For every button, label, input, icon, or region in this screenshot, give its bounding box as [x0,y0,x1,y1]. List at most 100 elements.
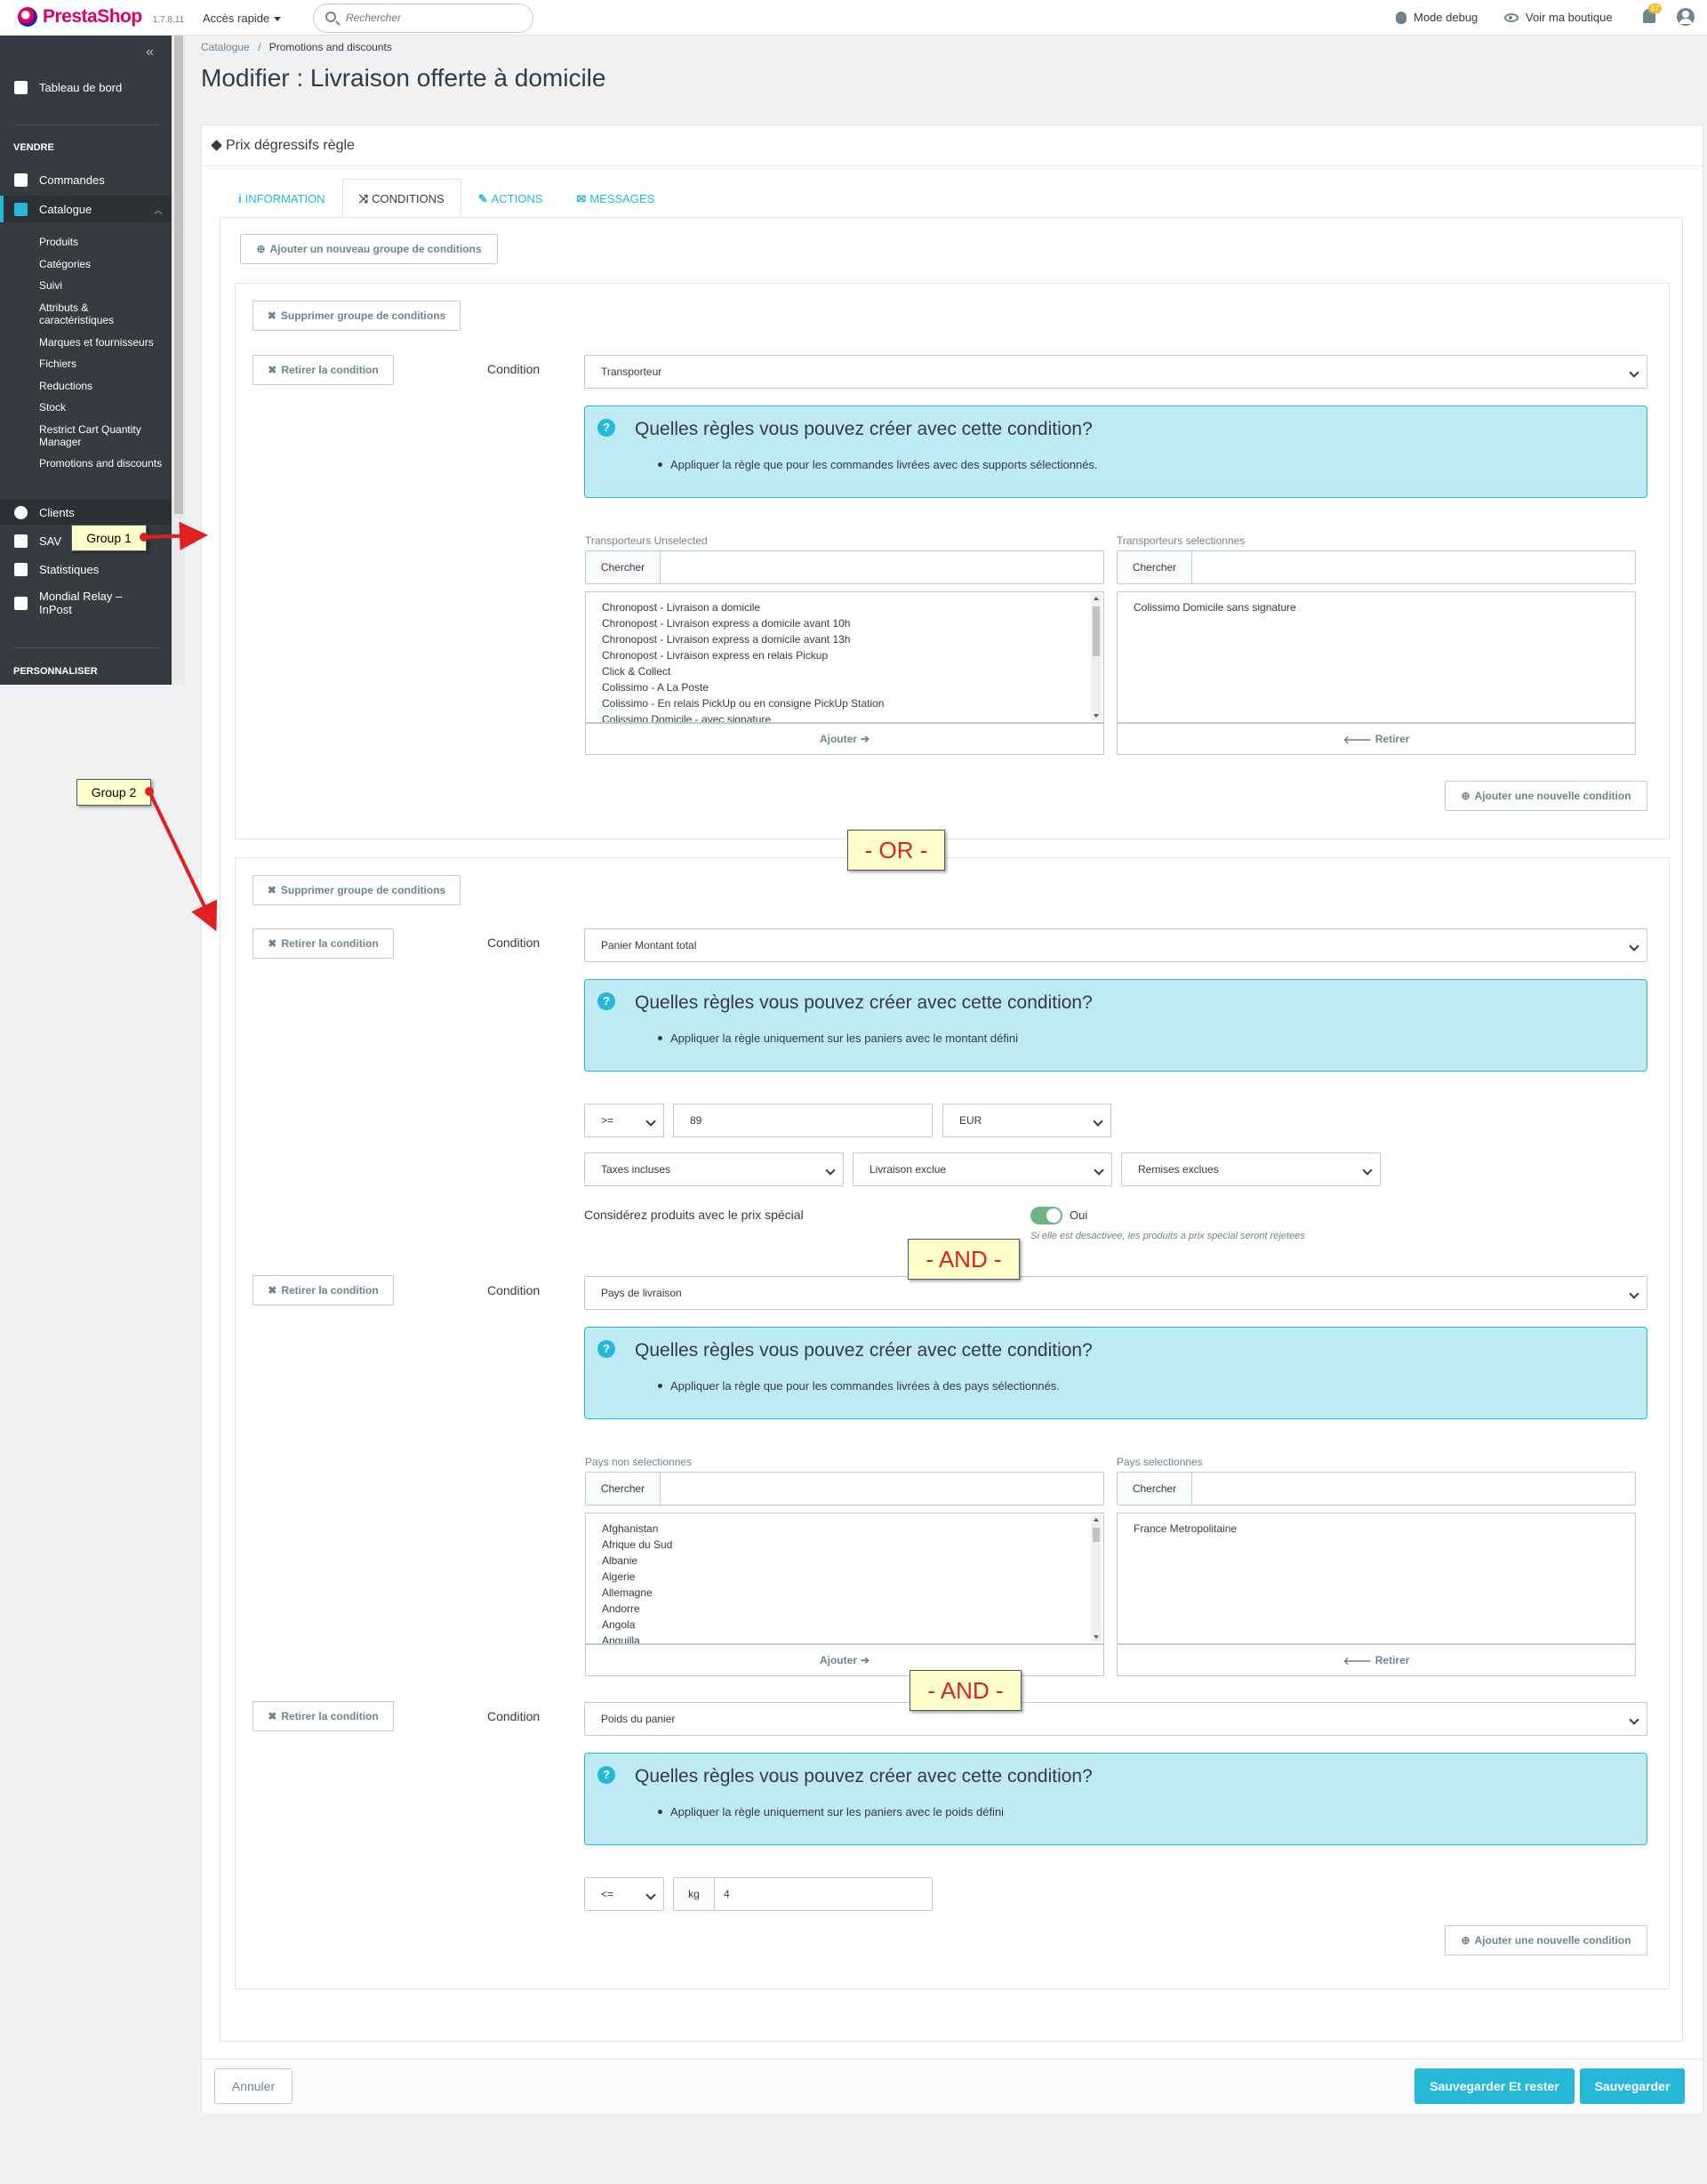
list-item[interactable]: Andorre [602,1601,1087,1617]
list-scrollbar[interactable] [1091,1515,1102,1642]
prestashop-logo[interactable]: PrestaShop 1.7.8.11 [18,6,184,28]
save-and-stay-button[interactable]: Sauvegarder Et rester [1414,2068,1575,2104]
unselected-carriers-list[interactable]: Chronopost - Livraison a domicile Chrono… [585,591,1104,723]
info-title: Quelles règles vous pouvez créer avec ce… [635,1340,1093,1361]
sidebar-subitem-promotions[interactable]: Promotions and discounts [39,457,164,470]
view-shop-link[interactable]: Voir ma boutique [1504,11,1613,24]
list-item[interactable]: Colissimo Domicile - avec signature [602,711,1087,722]
remove-group-button[interactable]: ✖ Supprimer groupe de conditions [252,301,461,331]
tab-label: CONDITIONS [372,192,445,205]
amount-operator-select[interactable]: >= [584,1104,664,1137]
selected-carriers-search[interactable]: Chercher [1117,550,1636,584]
list-item[interactable]: Albanie [602,1553,1087,1569]
selected-countries-list[interactable]: France Metropolitaine [1117,1513,1636,1644]
tab-information[interactable]: i INFORMATION [221,179,342,218]
add-country-button[interactable]: Ajouter ➔ [585,1644,1104,1676]
search-input[interactable] [346,12,515,24]
list-scrollbar[interactable] [1091,594,1102,720]
selected-carriers-label: Transporteurs selectionnes [1117,534,1246,547]
tab-conditions[interactable]: ⤨ CONDITIONS [341,179,461,218]
weight-input[interactable]: kg 4 [673,1877,933,1911]
condition-type-select[interactable]: Panier Montant total [584,928,1647,962]
tab-actions[interactable]: ✎ ACTIONS [461,179,560,218]
condition-type-select[interactable]: Transporteur [584,355,1647,389]
list-item[interactable]: Afrique du Sud [602,1537,1087,1553]
add-carrier-button[interactable]: Ajouter ➔ [585,723,1104,755]
collapse-sidebar-icon[interactable]: « [146,44,154,60]
add-new-condition-button[interactable]: ⊕ Ajouter une nouvelle condition [1445,781,1647,811]
list-item[interactable]: Afghanistan [602,1521,1087,1537]
selected-countries-label: Pays selectionnes [1117,1456,1203,1468]
unselected-countries-list[interactable]: Afghanistan Afrique du Sud Albanie Alger… [585,1513,1104,1644]
weight-operator-select[interactable]: <= [584,1877,664,1911]
list-item[interactable]: Click & Collect [602,663,1087,679]
sidebar-subitem-reductions[interactable]: Reductions [39,380,164,392]
cancel-button[interactable]: Annuler [214,2068,293,2104]
sidebar-scrollbar[interactable] [174,36,183,514]
sidebar-subitem-stock[interactable]: Stock [39,401,164,414]
sidebar-subitem-categories[interactable]: Catégories [39,258,164,270]
sidebar-subitem-tracking[interactable]: Suivi [39,279,164,292]
selected-countries-search[interactable]: Chercher [1117,1472,1636,1506]
arrow-right-icon: ➔ [860,1654,870,1666]
rule-tabs: i INFORMATION ⤨ CONDITIONS ✎ ACTIONS ✉ MESSA… [221,179,671,218]
breadcrumb-parent[interactable]: Catalogue [201,41,250,53]
list-item[interactable]: Allemagne [602,1585,1087,1601]
list-item[interactable]: Chronopost - Livraison express en relais… [602,647,1087,663]
tab-messages[interactable]: ✉ MESSAGES [559,179,671,218]
add-new-condition-button[interactable]: ⊕ Ajouter une nouvelle condition [1445,1925,1647,1955]
remove-condition-button[interactable]: ✖ Retirer la condition [252,1275,394,1305]
list-item[interactable]: Chronopost - Livraison a domicile [602,599,1087,615]
special-price-toggle[interactable] [1030,1207,1062,1224]
unselected-carriers-search[interactable]: Chercher [585,550,1104,584]
tax-select[interactable]: Taxes incluses [584,1152,844,1186]
sidebar-item-dashboard[interactable]: Tableau de bord [0,74,172,100]
remove-country-button[interactable]: 🡐 Retirer [1117,1644,1636,1676]
sidebar-item-orders[interactable]: Commandes [0,166,172,193]
unselected-countries-search[interactable]: Chercher [585,1472,1104,1506]
list-item[interactable]: France Metropolitaine [1134,1521,1619,1537]
info-text: Appliquer la règle uniquement sur les pa… [657,1805,1005,1819]
save-button[interactable]: Sauvegarder [1580,2068,1685,2104]
amount-input[interactable]: 89 [673,1104,933,1137]
list-item[interactable]: Anguilla [602,1633,1087,1643]
sidebar-subitem-cart-quantity[interactable]: Restrict Cart Quantity Manager [39,423,164,448]
sidebar-subitem-files[interactable]: Fichiers [39,357,164,370]
sidebar-subitem-products[interactable]: Produits [39,236,164,248]
list-item[interactable]: Colissimo Domicile sans signature [1134,599,1619,615]
discounts-select[interactable]: Remises exclues [1121,1152,1381,1186]
remove-group-button[interactable]: ✖ Supprimer groupe de conditions [252,875,461,905]
condition-type-select[interactable]: Poids du panier [584,1702,1647,1736]
list-item[interactable]: Colissimo - A La Poste [602,679,1087,695]
shipping-select[interactable]: Livraison exclue [853,1152,1112,1186]
user-account-icon[interactable] [1677,8,1695,26]
list-item[interactable]: Colissimo - En relais PickUp ou en consi… [602,695,1087,711]
list-item[interactable]: Chronopost - Livraison express a domicil… [602,631,1087,647]
list-item[interactable]: Angola [602,1617,1087,1633]
quick-access-dropdown[interactable]: Accès rapide [203,12,281,25]
currency-select[interactable]: EUR [942,1104,1111,1137]
scroll-thumb[interactable] [1093,606,1100,656]
sidebar-item-catalog[interactable]: Catalogue ︿ [0,196,172,222]
condition-type-select[interactable]: Pays de livraison [584,1276,1647,1310]
selected-carriers-list[interactable]: Colissimo Domicile sans signature [1117,591,1636,723]
remove-condition-button[interactable]: ✖ Retirer la condition [252,1701,394,1731]
debug-mode-link[interactable]: Mode debug [1396,11,1478,24]
sidebar-item-clients[interactable]: Clients [0,499,172,526]
add-condition-group-button[interactable]: ⊕ Ajouter un nouveau groupe de conditions [240,234,498,264]
remove-carrier-button[interactable]: 🡐 Retirer [1117,723,1636,755]
sidebar-subitem-attributes[interactable]: Attributs & caractéristiques [39,301,164,326]
list-item[interactable]: Algerie [602,1569,1087,1585]
notifications-bell-icon[interactable]: 67 [1643,4,1662,23]
condition-group-2: ✖ Supprimer groupe de conditions ✖ Retirer… [235,857,1670,1989]
sidebar-item-mondial-relay[interactable]: Mondial Relay – InPost [0,584,172,622]
search-addon: Chercher [1118,1473,1192,1505]
sidebar-subitem-brands[interactable]: Marques et fournisseurs [39,336,164,349]
sidebar-item-stats[interactable]: Statistiques [0,556,172,582]
header-search[interactable] [313,4,533,33]
remove-condition-button[interactable]: ✖ Retirer la condition [252,928,394,959]
remove-condition-button[interactable]: ✖ Retirer la condition [252,355,394,385]
plus-circle-icon: ⊕ [256,243,266,255]
list-item[interactable]: Chronopost - Livraison express a domicil… [602,615,1087,631]
scroll-thumb[interactable] [1093,1528,1100,1542]
